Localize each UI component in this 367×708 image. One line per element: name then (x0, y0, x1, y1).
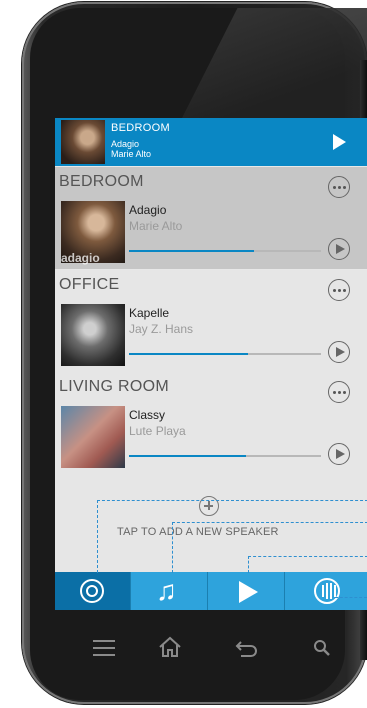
tab-bar: ♫ (55, 572, 367, 610)
speaker-row-living-room[interactable]: LIVING ROOM Classy Lute Playa (55, 372, 367, 474)
music-note-icon: ♫ (156, 575, 177, 606)
back-icon[interactable] (235, 640, 259, 664)
play-button-icon[interactable] (328, 341, 350, 363)
progress-bar[interactable] (129, 455, 321, 457)
speaker-room-name: BEDROOM (59, 173, 144, 190)
speaker-row-office[interactable]: OFFICE Kapelle Jay Z. Hans (55, 270, 367, 372)
play-button-icon[interactable] (328, 238, 350, 260)
menu-icon[interactable] (93, 640, 115, 656)
progress-bar[interactable] (129, 353, 321, 355)
track-title: Classy (129, 408, 166, 422)
progress-bar[interactable] (129, 250, 321, 252)
track-artist: Jay Z. Hans (129, 322, 194, 336)
play-button-icon[interactable] (328, 443, 350, 465)
now-playing-play-icon[interactable] (333, 134, 346, 150)
now-playing-room: BEDROOM (111, 122, 170, 134)
now-playing-artist: Marie Alto (111, 149, 152, 159)
track-title: Kapelle (129, 306, 170, 320)
more-options-icon[interactable] (328, 176, 350, 198)
home-icon[interactable] (158, 636, 182, 664)
album-art-text: adagio (61, 251, 100, 265)
track-artist: Lute Playa (129, 424, 186, 438)
sound-wave-icon (314, 578, 340, 604)
now-playing-artwork (61, 120, 105, 164)
track-title: Adagio (129, 203, 167, 217)
track-artist: Marie Alto (129, 219, 183, 233)
progress-fill (129, 250, 254, 252)
speaker-room-name: OFFICE (59, 276, 120, 293)
speaker-row-bedroom[interactable]: BEDROOM adagio Adagio Marie Alto (55, 167, 367, 269)
album-artwork (61, 406, 125, 468)
app-screen: BEDROOM Adagio Marie Alto BEDROOM adagio… (55, 118, 367, 610)
speaker-icon (80, 579, 104, 603)
callout-line (335, 597, 367, 598)
progress-fill (129, 455, 247, 457)
album-artwork (61, 304, 125, 366)
more-options-icon[interactable] (328, 381, 350, 403)
search-icon[interactable] (312, 638, 332, 664)
tab-now-playing[interactable] (209, 572, 285, 610)
progress-fill (129, 353, 249, 355)
tab-music[interactable]: ♫ (132, 572, 208, 610)
callout-line (248, 556, 367, 573)
play-icon (239, 581, 258, 603)
now-playing-bar[interactable]: BEDROOM Adagio Marie Alto (55, 118, 367, 166)
more-options-icon[interactable] (328, 279, 350, 301)
tab-sound[interactable] (286, 572, 367, 610)
speaker-room-name: LIVING ROOM (59, 378, 169, 395)
tab-speakers[interactable] (55, 572, 131, 610)
now-playing-track: Adagio (111, 139, 140, 149)
